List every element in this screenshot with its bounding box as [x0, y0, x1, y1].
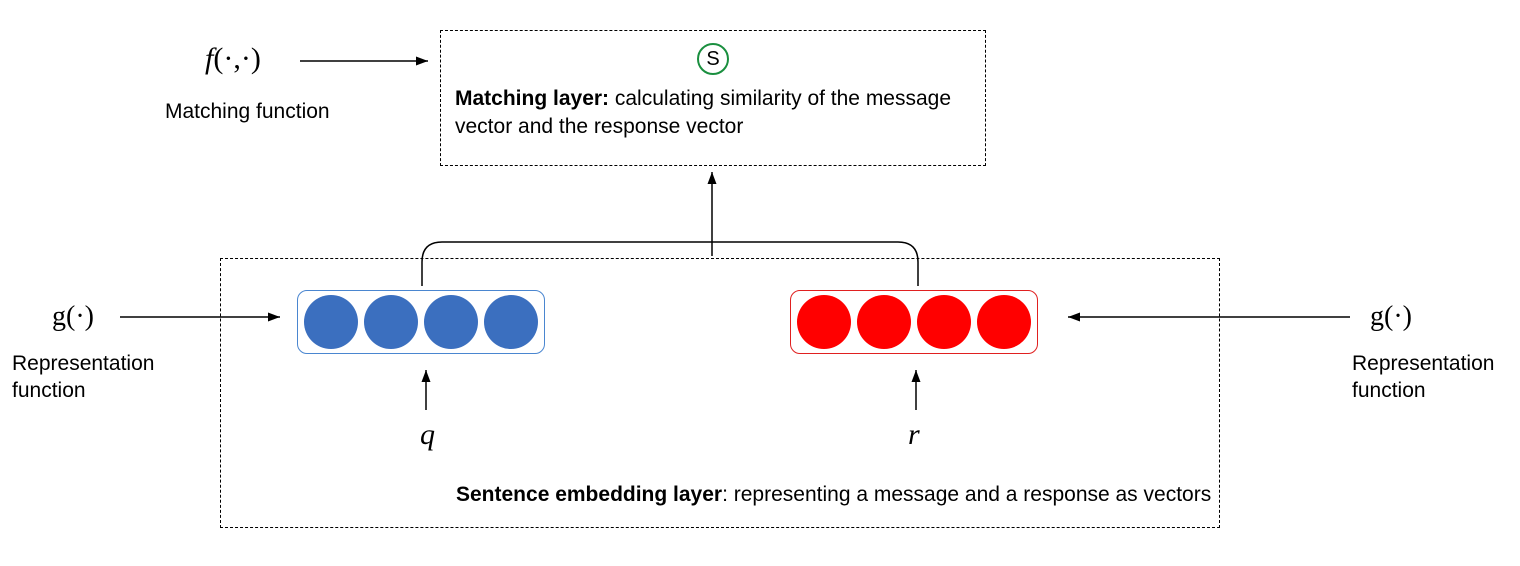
matching-layer-text: Matching layer: calculating similarity o…	[455, 85, 971, 142]
q-vector	[297, 290, 545, 354]
g-left-label: Representationfunction	[12, 350, 154, 405]
arrow-g-left	[120, 307, 290, 327]
matching-function-symbol: f(·,·)	[205, 42, 261, 76]
g-left-symbol: g(·)	[52, 300, 94, 333]
matching-function-label: Matching function	[165, 100, 330, 124]
arrow-r-up	[906, 364, 926, 412]
g-right-symbol: g(·)	[1370, 300, 1412, 333]
r-label: r	[908, 418, 920, 452]
matching-layer-box: S Matching layer: calculating similarity…	[440, 30, 986, 166]
q-dot-icon	[364, 295, 418, 349]
s-circle-icon: S	[697, 43, 729, 75]
r-dot-icon	[797, 295, 851, 349]
arrow-g-right	[1060, 307, 1360, 327]
arrow-f-to-matching	[300, 46, 450, 76]
r-dot-icon	[977, 295, 1031, 349]
q-dot-icon	[484, 295, 538, 349]
r-vector	[790, 290, 1038, 354]
g-right-label: Representationfunction	[1352, 350, 1494, 405]
sentence-embedding-text: Sentence embedding layer: representing a…	[456, 483, 1211, 507]
r-dot-icon	[917, 295, 971, 349]
r-dot-icon	[857, 295, 911, 349]
q-dot-icon	[424, 295, 478, 349]
q-label: q	[420, 418, 435, 452]
q-dot-icon	[304, 295, 358, 349]
arrow-q-up	[416, 364, 436, 412]
